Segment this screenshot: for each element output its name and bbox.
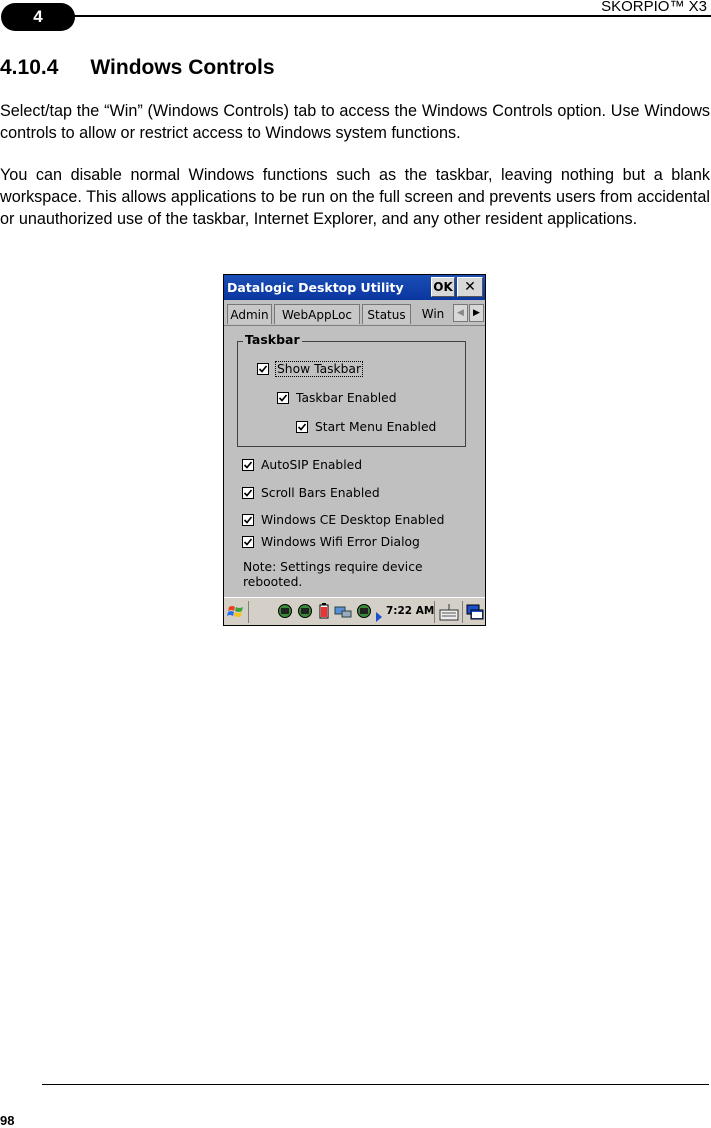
section-number: 4.10.4 (0, 56, 59, 79)
show-taskbar-option[interactable]: Show Taskbar (257, 361, 364, 377)
option-label: Scroll Bars Enabled (261, 486, 380, 500)
checkbox-checked-icon[interactable] (242, 536, 254, 548)
keyboard-icon[interactable] (439, 603, 459, 625)
checkbox-checked-icon[interactable] (242, 487, 254, 499)
reboot-note: Note: Settings require device rebooted. (243, 560, 423, 589)
ok-button[interactable]: OK (431, 277, 455, 297)
option-label: Taskbar Enabled (296, 391, 397, 405)
chapter-badge: 4 (1, 3, 75, 31)
section-heading: 4.10.4 Windows Controls (0, 56, 275, 80)
taskbar-group-title: Taskbar (243, 332, 302, 347)
clock[interactable]: 7:22 AM (386, 605, 434, 617)
option-label: Windows Wifi Error Dialog (261, 535, 420, 549)
start-menu-enabled-option[interactable]: Start Menu Enabled (296, 420, 436, 434)
device-taskbar: 7:22 AM (224, 597, 485, 625)
checkbox-checked-icon[interactable] (296, 421, 308, 433)
close-button[interactable]: ✕ (457, 277, 483, 297)
checkbox-checked-icon[interactable] (242, 514, 254, 526)
tab-status[interactable]: Status (362, 304, 411, 324)
footer-rule (42, 1084, 709, 1085)
page-number: 98 (0, 1113, 15, 1128)
taskbar-divider (462, 601, 463, 623)
tab-bar: Admin WebAppLoc Status Win ◀ ▶ (224, 300, 485, 326)
connection-icon[interactable] (334, 603, 352, 623)
checkbox-checked-icon[interactable] (242, 459, 254, 471)
taskbar-divider (248, 601, 249, 623)
paragraph-details: You can disable normal Windows functions… (0, 166, 710, 228)
taskbar-enabled-option[interactable]: Taskbar Enabled (277, 391, 397, 405)
network-icon-2[interactable] (297, 603, 313, 623)
tab-divider (224, 325, 485, 326)
option-label: Show Taskbar (274, 361, 364, 377)
network-icon[interactable] (277, 603, 293, 623)
checkbox-checked-icon[interactable] (277, 392, 289, 404)
checkbox-checked-icon[interactable] (257, 363, 269, 375)
header-rule (70, 15, 711, 17)
window-title: Datalogic Desktop Utility (227, 280, 404, 295)
paragraph-intro: Select/tap the “Win” (Windows Controls) … (0, 102, 710, 142)
wifi-error-dialog-option[interactable]: Windows Wifi Error Dialog (242, 535, 420, 549)
window-titlebar: Datalogic Desktop Utility OK ✕ (224, 275, 485, 300)
section-title: Windows Controls (90, 56, 275, 79)
ce-desktop-enabled-option[interactable]: Windows CE Desktop Enabled (242, 513, 444, 527)
product-name: SKORPIO™ X3 (601, 0, 707, 15)
windows-start-icon[interactable] (227, 603, 245, 625)
tab-scroll-right-icon[interactable]: ▶ (469, 304, 484, 322)
expand-arrow-icon[interactable] (375, 607, 383, 625)
tab-webapploc[interactable]: WebAppLoc (274, 304, 360, 324)
desktop-icon[interactable] (466, 603, 484, 625)
autosip-enabled-option[interactable]: AutoSIP Enabled (242, 458, 362, 472)
taskbar-divider (434, 601, 435, 623)
tab-admin[interactable]: Admin (227, 304, 272, 324)
device-screenshot: Datalogic Desktop Utility OK ✕ Admin Web… (223, 274, 486, 626)
scroll-bars-enabled-option[interactable]: Scroll Bars Enabled (242, 486, 380, 500)
option-label: AutoSIP Enabled (261, 458, 362, 472)
battery-icon[interactable] (319, 603, 329, 623)
option-label: Start Menu Enabled (315, 420, 437, 434)
option-label: Windows CE Desktop Enabled (261, 513, 445, 527)
tab-win[interactable]: Win (413, 302, 453, 326)
tab-scroll-left-icon[interactable]: ◀ (453, 304, 468, 322)
network-icon-3[interactable] (356, 603, 372, 623)
